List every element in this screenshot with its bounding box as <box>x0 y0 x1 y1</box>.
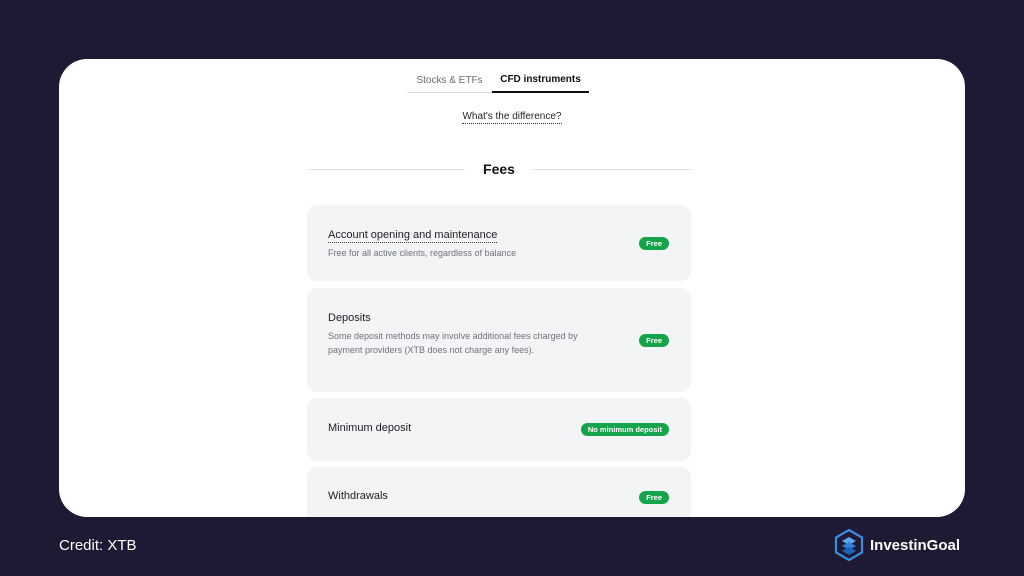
tab-cfd-instruments[interactable]: CFD instruments <box>492 67 589 93</box>
difference-link[interactable]: What's the difference? <box>462 111 562 124</box>
fee-description: Free for all active clients, regardless … <box>328 248 517 258</box>
content-card: Stocks & ETFs CFD instruments What's the… <box>59 59 965 517</box>
brand-logo: InvestinGoal <box>834 528 960 562</box>
fee-description: Some deposit methods may involve additio… <box>328 331 578 355</box>
divider-left <box>307 168 466 170</box>
fee-card-account: Account opening and maintenance Free for… <box>307 205 691 281</box>
fees-section-header: Fees <box>307 160 692 178</box>
tab-stocks-etfs[interactable]: Stocks & ETFs <box>407 67 492 93</box>
brand-name: InvestinGoal <box>870 536 961 554</box>
fee-card-deposits: Deposits Some deposit methods may involv… <box>307 288 691 392</box>
fee-title: Minimum deposit <box>328 422 412 434</box>
divider-right <box>532 168 692 170</box>
fee-title: Deposits <box>328 312 371 324</box>
status-badge: No minimum deposit <box>580 423 669 436</box>
status-badge: Free <box>639 491 669 504</box>
status-badge: Free <box>639 334 669 347</box>
fee-card-minimum-deposit: Minimum deposit No minimum deposit <box>307 398 691 461</box>
section-title: Fees <box>483 161 515 177</box>
fee-title: Withdrawals <box>328 490 388 502</box>
fee-card-withdrawals: Withdrawals Free <box>307 467 691 517</box>
fee-title[interactable]: Account opening and maintenance <box>328 229 498 243</box>
difference-link-row: What's the difference? <box>59 111 965 124</box>
investingoal-logo-icon <box>834 529 864 561</box>
credit-text: Credit: XTB <box>59 537 137 554</box>
status-badge: Free <box>639 237 669 250</box>
instrument-tabs: Stocks & ETFs CFD instruments <box>407 67 589 93</box>
